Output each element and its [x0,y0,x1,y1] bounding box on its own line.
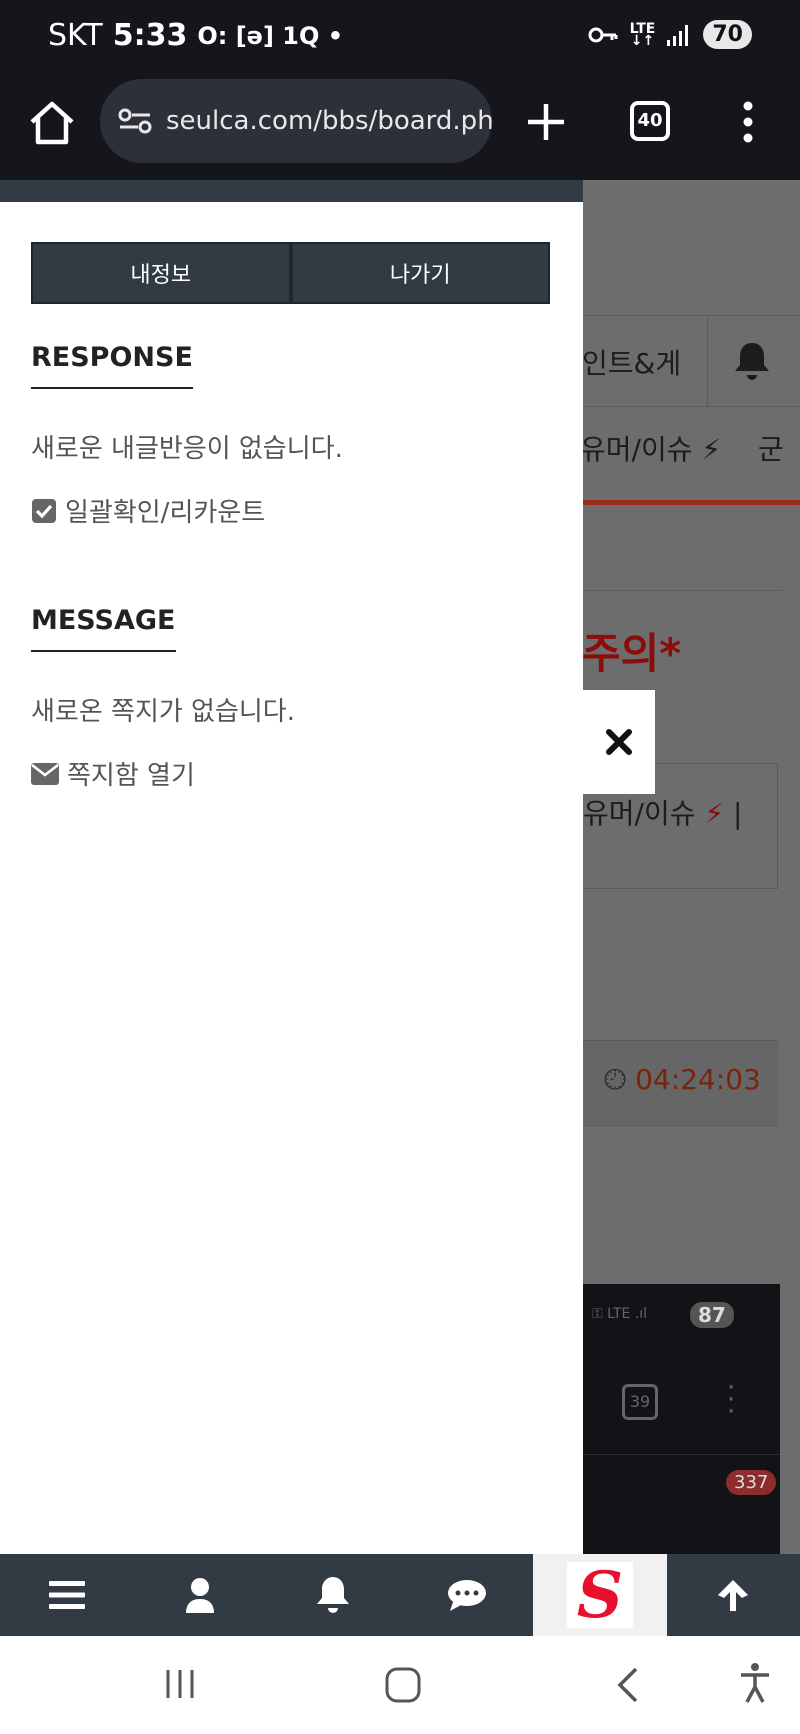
message-empty-text: 새로온 쪽지가 없습니다. [31,697,295,727]
url-text: seulca.com/bbs/board.ph [166,106,492,136]
bg-category-text-2: 군 [757,433,784,466]
open-inbox-label: 쪽지함 열기 [67,761,195,791]
signal-icon [667,24,689,46]
menu-button[interactable] [0,1554,133,1636]
bg-timer: 04:24:03 [635,1063,761,1096]
arrow-up-icon [718,1580,749,1611]
bell-icon [317,1577,350,1613]
back-icon[interactable] [612,1666,642,1704]
side-drawer: 내정보 나가기 RESPONSE 새로운 내글반응이 없습니다. 일괄확인/리카… [0,180,583,1554]
close-drawer-button[interactable] [582,690,655,794]
scroll-top-button[interactable] [667,1554,800,1636]
drawer-button-row: 내정보 나가기 [31,242,550,304]
bulk-confirm-label: 일괄확인/리카운트 [65,498,266,528]
bg-nav-text: 인트&게 [582,347,682,380]
response-title: RESPONSE [31,342,193,389]
plus-icon [528,104,564,140]
lightning-icon: ⚡ [704,797,725,830]
home-icon [30,101,74,145]
status-bar: SKT 5:33 O: [ə] 1Q • LTE ↓↑ 70 [0,0,800,76]
bg-active-underline [582,500,800,505]
chat-bubble-icon [447,1580,486,1611]
open-inbox-link[interactable]: 쪽지함 열기 [31,755,195,792]
bg-status-icons: ⚿ LTE .ıl [592,1306,648,1322]
bg-box-text: 유머/이슈 [583,797,696,830]
carrier: SKT [48,18,103,53]
browser-toolbar: seulca.com/bbs/board.ph 40 [0,76,800,180]
site-settings-icon [118,108,152,134]
bulk-confirm-link[interactable]: 일괄확인/리카운트 [31,492,265,529]
clock-icon: 🕘︎ [604,1063,627,1096]
bell-icon [735,343,769,380]
message-title: MESSAGE [31,605,176,652]
site-logo-button[interactable]: S [533,1554,667,1636]
home-nav-icon[interactable] [384,1666,422,1704]
notification-icons: O: [ə] 1Q • [197,21,344,50]
user-icon [185,1578,214,1613]
envelope-icon [31,762,59,785]
clock: 5:33 [112,18,188,53]
new-tab-button[interactable] [520,96,572,148]
bg-battery: 87 [690,1302,734,1328]
recent-apps-icon[interactable] [162,1666,198,1702]
more-vert-icon: · · · [727,1373,736,1427]
bg-warning-title: 주의* [582,629,682,678]
bg-divider [582,590,782,591]
profile-button[interactable] [133,1554,266,1636]
bg-category-row: 유머/이슈 ⚡ 군 [580,428,784,468]
bg-nav-row: 인트&게 [582,315,800,408]
close-icon [605,729,632,755]
browser-menu-button[interactable] [736,96,760,148]
bg-notif-badge: 337 [726,1470,777,1495]
bg-tab-count: 39 [622,1384,658,1420]
bg-category-text: 유머/이슈 [580,433,693,466]
hamburger-icon [48,1581,85,1609]
checkbox-checked-icon [32,498,56,523]
notifications-button[interactable] [267,1554,400,1636]
bg-timer-box: 🕘︎ 04:24:03 [582,1040,778,1126]
address-bar[interactable]: seulca.com/bbs/board.ph [100,79,492,163]
tab-switcher-button[interactable]: 40 [630,101,670,141]
accessibility-icon[interactable] [738,1662,772,1704]
lightning-icon: ⚡ [701,433,722,466]
site-bottom-nav: S [0,1554,800,1636]
lte-indicator: LTE ↓↑ [629,20,656,49]
response-empty-text: 새로운 내글반응이 없습니다. [31,434,343,464]
bg-embedded-screenshot: ⚿ LTE .ıl 87 39 · · · 337 [582,1284,780,1554]
my-info-button[interactable]: 내정보 [31,242,291,304]
system-nav-bar [0,1636,800,1734]
more-vert-icon [743,101,753,143]
vpn-key-icon [588,27,618,42]
bg-box-sep: | [732,797,743,830]
drawer-top-band [0,180,583,202]
home-button[interactable] [26,98,78,150]
battery-indicator: 70 [703,20,752,49]
chat-button[interactable] [400,1554,533,1636]
logout-button[interactable]: 나가기 [290,242,550,304]
site-logo: S [566,1558,633,1633]
